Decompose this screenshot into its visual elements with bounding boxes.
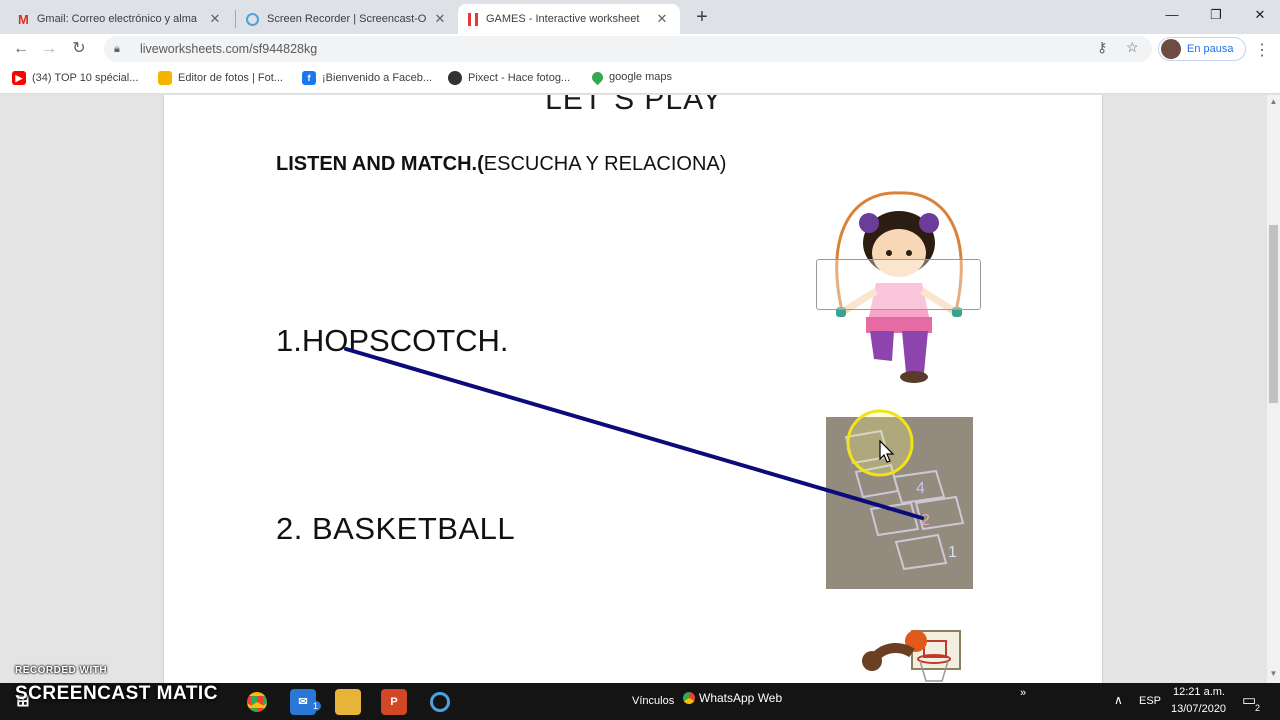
tab-title: Gmail: Correo electrónico y alma: [36, 13, 198, 25]
forward-arrow-icon[interactable]: →: [36, 37, 62, 61]
maximize-button[interactable]: ❐: [1196, 4, 1236, 26]
tab-strip: M Gmail: Correo electrónico y alma ✕ Scr…: [0, 0, 1280, 34]
bookmark-photo-editor[interactable]: Editor de fotos | Fot...: [158, 71, 283, 85]
svg-text:4: 4: [916, 480, 925, 497]
url-text: liveworksheets.com/sf944828kg: [140, 42, 318, 56]
file-explorer-icon[interactable]: [335, 689, 361, 715]
clock-time[interactable]: 12:21 a.m.: [1173, 686, 1225, 698]
answer-box[interactable]: [816, 259, 981, 310]
bookmarks-bar: ▶ (34) TOP 10 spécial... Editor de fotos…: [0, 64, 1280, 94]
cursor-highlight: [846, 409, 914, 477]
new-tab-button[interactable]: +: [690, 6, 714, 30]
bookmark-facebook[interactable]: f ¡Bienvenido a Faceb...: [302, 71, 432, 85]
key-icon[interactable]: ⚷: [1097, 39, 1107, 56]
chrome-taskbar-icon[interactable]: [244, 689, 270, 715]
back-arrow-icon[interactable]: ←: [8, 37, 34, 61]
clock-date[interactable]: 13/07/2020: [1171, 703, 1226, 715]
svg-text:2: 2: [921, 512, 930, 529]
basketball-image[interactable]: [860, 625, 970, 683]
tab-title: GAMES - Interactive worksheet: [486, 13, 640, 25]
watermark-recorded-with: RECORDED WITH: [15, 665, 108, 676]
match-line: [344, 347, 924, 520]
screencast-icon: [246, 12, 259, 26]
close-icon[interactable]: ✕: [207, 11, 223, 27]
youtube-icon: ▶: [12, 71, 26, 85]
browser-toolbar: ← → ↻ 🔒︎ liveworksheets.com/sf944828kg ⚷…: [0, 34, 1280, 64]
instruction-translation: ESCUCHA Y RELACIONA): [483, 153, 727, 175]
close-icon[interactable]: ✕: [432, 11, 448, 27]
reload-icon[interactable]: ↻: [66, 37, 92, 61]
bookmark-label: (34) TOP 10 spécial...: [32, 72, 139, 84]
bookmark-pixect[interactable]: Pixect - Hace fotog...: [448, 71, 570, 85]
more-menu-icon[interactable]: ⋮: [1254, 40, 1270, 60]
gmail-icon: M: [18, 11, 29, 27]
facebook-icon: f: [302, 71, 316, 85]
bookmark-label: Editor de fotos | Fot...: [178, 72, 283, 84]
tab-gmail[interactable]: M Gmail: Correo electrónico y alma ✕: [8, 4, 233, 34]
scroll-thumb[interactable]: [1269, 225, 1278, 403]
page-scrollbar[interactable]: ▲ ▼: [1267, 95, 1280, 683]
item-hopscotch[interactable]: 1.HOPSCOTCH.: [276, 323, 509, 359]
close-window-button[interactable]: ✕: [1240, 4, 1280, 26]
svg-text:1: 1: [948, 544, 957, 561]
tab-screen-recorder[interactable]: Screen Recorder | Screencast-O-M ✕: [236, 4, 458, 34]
language-indicator[interactable]: ESP: [1139, 695, 1161, 707]
address-bar[interactable]: 🔒︎ liveworksheets.com/sf944828kg: [104, 36, 1152, 62]
page-viewport: LET´S PLAY LISTEN AND MATCH.(ESCUCHA Y R…: [0, 95, 1267, 683]
bookmark-label: ¡Bienvenido a Faceb...: [322, 72, 433, 84]
tab-games-worksheet[interactable]: GAMES - Interactive worksheet ✕: [458, 4, 680, 34]
minimize-button[interactable]: —: [1152, 4, 1192, 26]
avatar: [1161, 39, 1181, 59]
bookmark-label: google maps: [609, 71, 672, 83]
chrome-icon: [683, 692, 695, 704]
notification-count: 2: [1255, 703, 1261, 713]
instruction-text: LISTEN AND MATCH.(ESCUCHA Y RELACIONA): [276, 153, 726, 176]
instruction-bold: LISTEN AND MATCH.(: [276, 153, 484, 175]
powerpoint-icon[interactable]: P: [381, 689, 407, 715]
liveworksheets-icon: [468, 12, 478, 26]
lock-icon: 🔒︎: [114, 42, 120, 55]
whatsapp-web-link[interactable]: WhatsApp Web: [683, 691, 782, 705]
bookmark-star-icon[interactable]: ☆: [1126, 39, 1139, 56]
item-basketball[interactable]: 2. BASKETBALL: [276, 511, 515, 547]
profile-status: En pausa: [1187, 43, 1234, 55]
bookmark-label: Pixect - Hace fotog...: [468, 72, 571, 84]
maps-pin-icon: [589, 69, 606, 85]
overflow-chevron-icon[interactable]: »: [1020, 687, 1026, 699]
links-toolbar-label[interactable]: Vínculos: [632, 695, 674, 707]
profile-button[interactable]: En pausa: [1158, 37, 1246, 61]
tab-title: Screen Recorder | Screencast-O-M: [267, 13, 426, 25]
worksheet-page: LET´S PLAY LISTEN AND MATCH.(ESCUCHA Y R…: [163, 95, 1103, 683]
scroll-down-arrow-icon[interactable]: ▼: [1267, 669, 1280, 681]
screencast-taskbar-icon[interactable]: [427, 689, 453, 715]
photo-editor-icon: [158, 71, 172, 85]
close-icon[interactable]: ✕: [654, 11, 670, 27]
mail-badge: 1: [310, 701, 322, 711]
pixect-icon: [448, 71, 462, 85]
watermark-screencast: SCREENCAST MATIC: [15, 683, 218, 704]
whatsapp-label: WhatsApp Web: [699, 691, 783, 705]
bookmark-youtube[interactable]: ▶ (34) TOP 10 spécial...: [12, 71, 138, 85]
worksheet-title: LET´S PLAY: [545, 95, 723, 116]
scroll-up-arrow-icon[interactable]: ▲: [1267, 97, 1280, 109]
system-tray-up-icon[interactable]: ∧: [1114, 693, 1123, 707]
bookmark-google-maps[interactable]: google maps: [589, 69, 672, 85]
